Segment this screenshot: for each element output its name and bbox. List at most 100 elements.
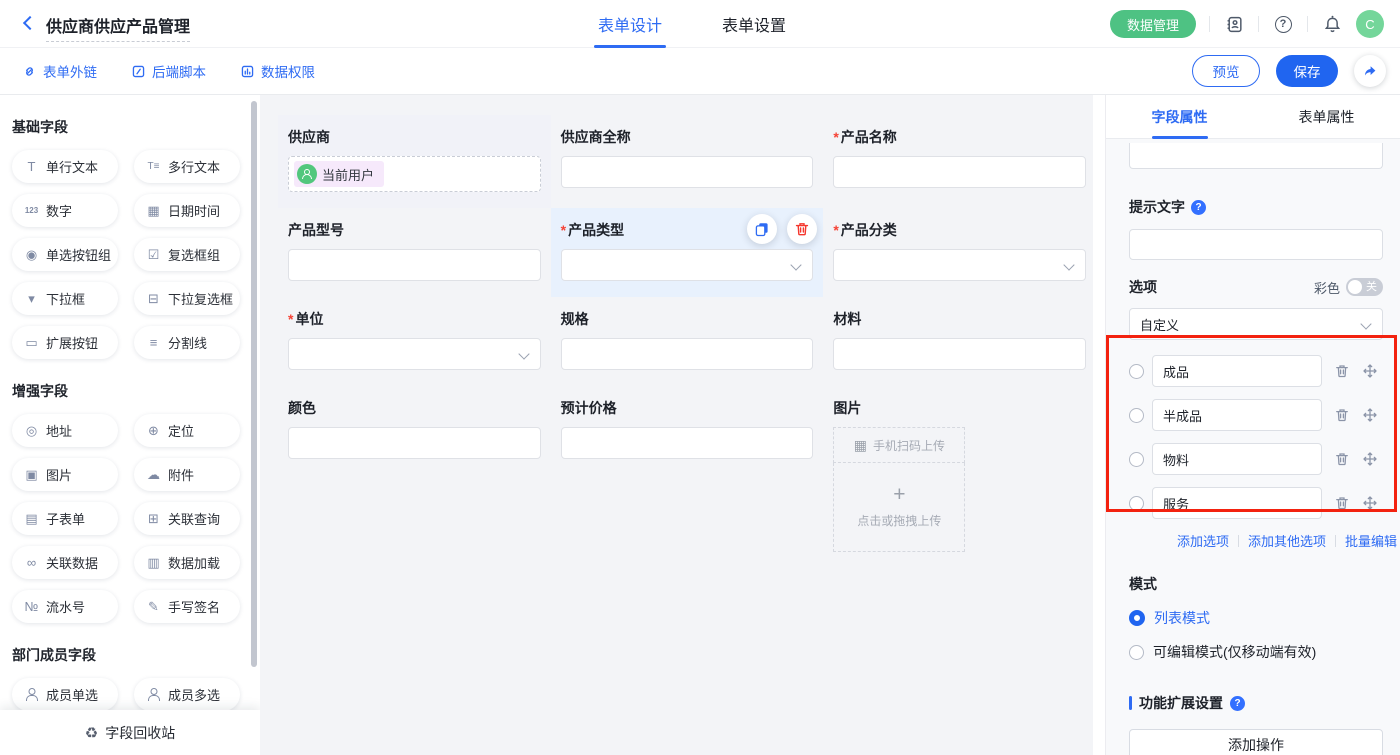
field-title-input-partial[interactable] bbox=[1129, 143, 1383, 169]
user-avatar[interactable]: C bbox=[1356, 10, 1384, 38]
field-pill-dropdown[interactable]: ▾下拉框 bbox=[12, 282, 118, 315]
help-icon[interactable]: ? bbox=[1272, 13, 1294, 35]
field-product-name[interactable]: *产品名称 bbox=[823, 115, 1096, 208]
mode-option-list[interactable]: 列表模式 bbox=[1129, 608, 1387, 628]
copy-field-button[interactable] bbox=[747, 214, 777, 244]
link-add-other-option[interactable]: 添加其他选项 bbox=[1248, 531, 1326, 550]
preview-button[interactable]: 预览 bbox=[1192, 55, 1260, 87]
field-color[interactable]: 颜色 bbox=[278, 386, 551, 568]
option-value-input[interactable] bbox=[1152, 355, 1322, 387]
field-pill-attachment[interactable]: ☁附件 bbox=[134, 458, 240, 491]
delete-option-button[interactable] bbox=[1334, 495, 1350, 511]
notification-bell-icon[interactable] bbox=[1321, 13, 1343, 35]
data-manage-button[interactable]: 数据管理 bbox=[1110, 10, 1196, 38]
field-pill-member-multi[interactable]: 成员多选 bbox=[134, 678, 240, 711]
field-spec-input[interactable] bbox=[561, 338, 814, 370]
help-icon[interactable]: ? bbox=[1230, 696, 1245, 711]
backend-script-link[interactable]: 后端脚本 bbox=[131, 61, 206, 81]
tab-form-design[interactable]: 表单设计 bbox=[598, 0, 662, 48]
field-unit-select[interactable] bbox=[288, 338, 541, 370]
data-permission-link[interactable]: 数据权限 bbox=[240, 61, 315, 81]
field-pill-extension-button[interactable]: ▭扩展按钮 bbox=[12, 326, 118, 359]
share-button[interactable] bbox=[1354, 55, 1386, 87]
option-value-input[interactable] bbox=[1152, 487, 1322, 519]
field-product-name-input[interactable] bbox=[833, 156, 1086, 188]
field-pill-divider[interactable]: ≡分割线 bbox=[134, 326, 240, 359]
field-pill-member-single[interactable]: 成员单选 bbox=[12, 678, 118, 711]
field-supplier-input[interactable]: 当前用户 bbox=[288, 156, 541, 192]
field-estimated-price[interactable]: 预计价格 bbox=[551, 386, 824, 568]
link-add-option[interactable]: 添加选项 bbox=[1177, 531, 1229, 550]
option-radio[interactable] bbox=[1129, 408, 1144, 423]
delete-option-button[interactable] bbox=[1334, 363, 1350, 379]
delete-field-button[interactable] bbox=[787, 214, 817, 244]
field-pill-subform[interactable]: ▤子表单 bbox=[12, 502, 118, 535]
field-product-model[interactable]: 产品型号 bbox=[278, 208, 551, 297]
field-pill-linked-data[interactable]: ∞关联数据 bbox=[12, 546, 118, 579]
option-value-input[interactable] bbox=[1152, 399, 1322, 431]
field-product-type-select[interactable] bbox=[561, 249, 814, 281]
move-option-handle[interactable] bbox=[1362, 407, 1378, 423]
add-action-button[interactable]: 添加操作 bbox=[1129, 729, 1383, 755]
color-toggle-switch[interactable]: 关 bbox=[1346, 278, 1383, 296]
mode-option-editable[interactable]: 可编辑模式(仅移动端有效) bbox=[1129, 642, 1387, 662]
field-pill-image[interactable]: ▣图片 bbox=[12, 458, 118, 491]
field-pill-location[interactable]: ⊕定位 bbox=[134, 414, 240, 447]
delete-option-button[interactable] bbox=[1334, 407, 1350, 423]
form-external-link[interactable]: 表单外链 bbox=[22, 61, 97, 81]
link-batch-edit[interactable]: 批量编辑 bbox=[1345, 531, 1397, 550]
field-color-input[interactable] bbox=[288, 427, 541, 459]
move-option-handle[interactable] bbox=[1362, 451, 1378, 467]
image-icon: ▣ bbox=[24, 467, 39, 483]
tab-field-properties[interactable]: 字段属性 bbox=[1106, 95, 1253, 138]
field-supplier-full-name[interactable]: 供应商全称 bbox=[551, 115, 824, 208]
field-pill-single-line-text[interactable]: T单行文本 bbox=[12, 150, 118, 183]
chevron-down-icon bbox=[1360, 318, 1371, 329]
field-pill-multi-dropdown[interactable]: ⊟下拉复选框 bbox=[134, 282, 240, 315]
option-radio[interactable] bbox=[1129, 496, 1144, 511]
field-product-model-input[interactable] bbox=[288, 249, 541, 281]
move-option-handle[interactable] bbox=[1362, 363, 1378, 379]
field-material[interactable]: 材料 bbox=[823, 297, 1096, 386]
option-value-input[interactable] bbox=[1152, 443, 1322, 475]
field-pill-signature[interactable]: ✎手写签名 bbox=[134, 590, 240, 623]
field-image[interactable]: 图片 ▦ 手机扫码上传 + 点击或拖拽上传 bbox=[823, 386, 1096, 568]
field-spec[interactable]: 规格 bbox=[551, 297, 824, 386]
field-material-input[interactable] bbox=[833, 338, 1086, 370]
field-product-category-select[interactable] bbox=[833, 249, 1086, 281]
sidebar-scrollbar[interactable] bbox=[251, 101, 257, 667]
address-book-icon[interactable] bbox=[1223, 13, 1245, 35]
field-pill-serial-number[interactable]: №流水号 bbox=[12, 590, 118, 623]
field-pill-address[interactable]: ◎地址 bbox=[12, 414, 118, 447]
field-recycle-bin[interactable]: ♻ 字段回收站 bbox=[0, 710, 260, 755]
field-product-type[interactable]: *产品类型 bbox=[551, 208, 824, 297]
tab-form-properties[interactable]: 表单属性 bbox=[1253, 95, 1400, 138]
canvas-scrollbar[interactable] bbox=[1093, 95, 1105, 755]
checkbox-group-icon: ☑ bbox=[146, 247, 161, 263]
field-pill-linked-query[interactable]: ⊞关联查询 bbox=[134, 502, 240, 535]
field-unit[interactable]: *单位 bbox=[278, 297, 551, 386]
form-title[interactable]: 供应商供应产品管理 bbox=[46, 13, 190, 42]
hint-text-input[interactable] bbox=[1129, 229, 1383, 260]
back-button[interactable] bbox=[22, 17, 36, 31]
field-supplier-full-name-input[interactable] bbox=[561, 156, 814, 188]
save-button[interactable]: 保存 bbox=[1276, 55, 1338, 87]
delete-option-button[interactable] bbox=[1334, 451, 1350, 467]
field-pill-datetime[interactable]: ▦日期时间 bbox=[134, 194, 240, 227]
field-product-category[interactable]: *产品分类 bbox=[823, 208, 1096, 297]
field-pill-checkbox-group[interactable]: ☑复选框组 bbox=[134, 238, 240, 271]
field-pill-data-load[interactable]: ▥数据加载 bbox=[134, 546, 240, 579]
drag-drop-upload-area[interactable]: + 点击或拖拽上传 bbox=[833, 463, 965, 552]
help-icon[interactable]: ? bbox=[1191, 200, 1206, 215]
move-option-handle[interactable] bbox=[1362, 495, 1378, 511]
tab-form-settings[interactable]: 表单设置 bbox=[722, 0, 786, 48]
field-supplier[interactable]: 供应商 当前用户 bbox=[278, 115, 551, 208]
option-radio[interactable] bbox=[1129, 364, 1144, 379]
option-radio[interactable] bbox=[1129, 452, 1144, 467]
field-pill-radio-group[interactable]: ◉单选按钮组 bbox=[12, 238, 118, 271]
scan-upload-button[interactable]: ▦ 手机扫码上传 bbox=[833, 427, 965, 463]
field-estimated-price-input[interactable] bbox=[561, 427, 814, 459]
field-pill-multi-line-text[interactable]: T≡多行文本 bbox=[134, 150, 240, 183]
field-pill-number[interactable]: 123数字 bbox=[12, 194, 118, 227]
option-source-select[interactable]: 自定义 bbox=[1129, 308, 1383, 340]
